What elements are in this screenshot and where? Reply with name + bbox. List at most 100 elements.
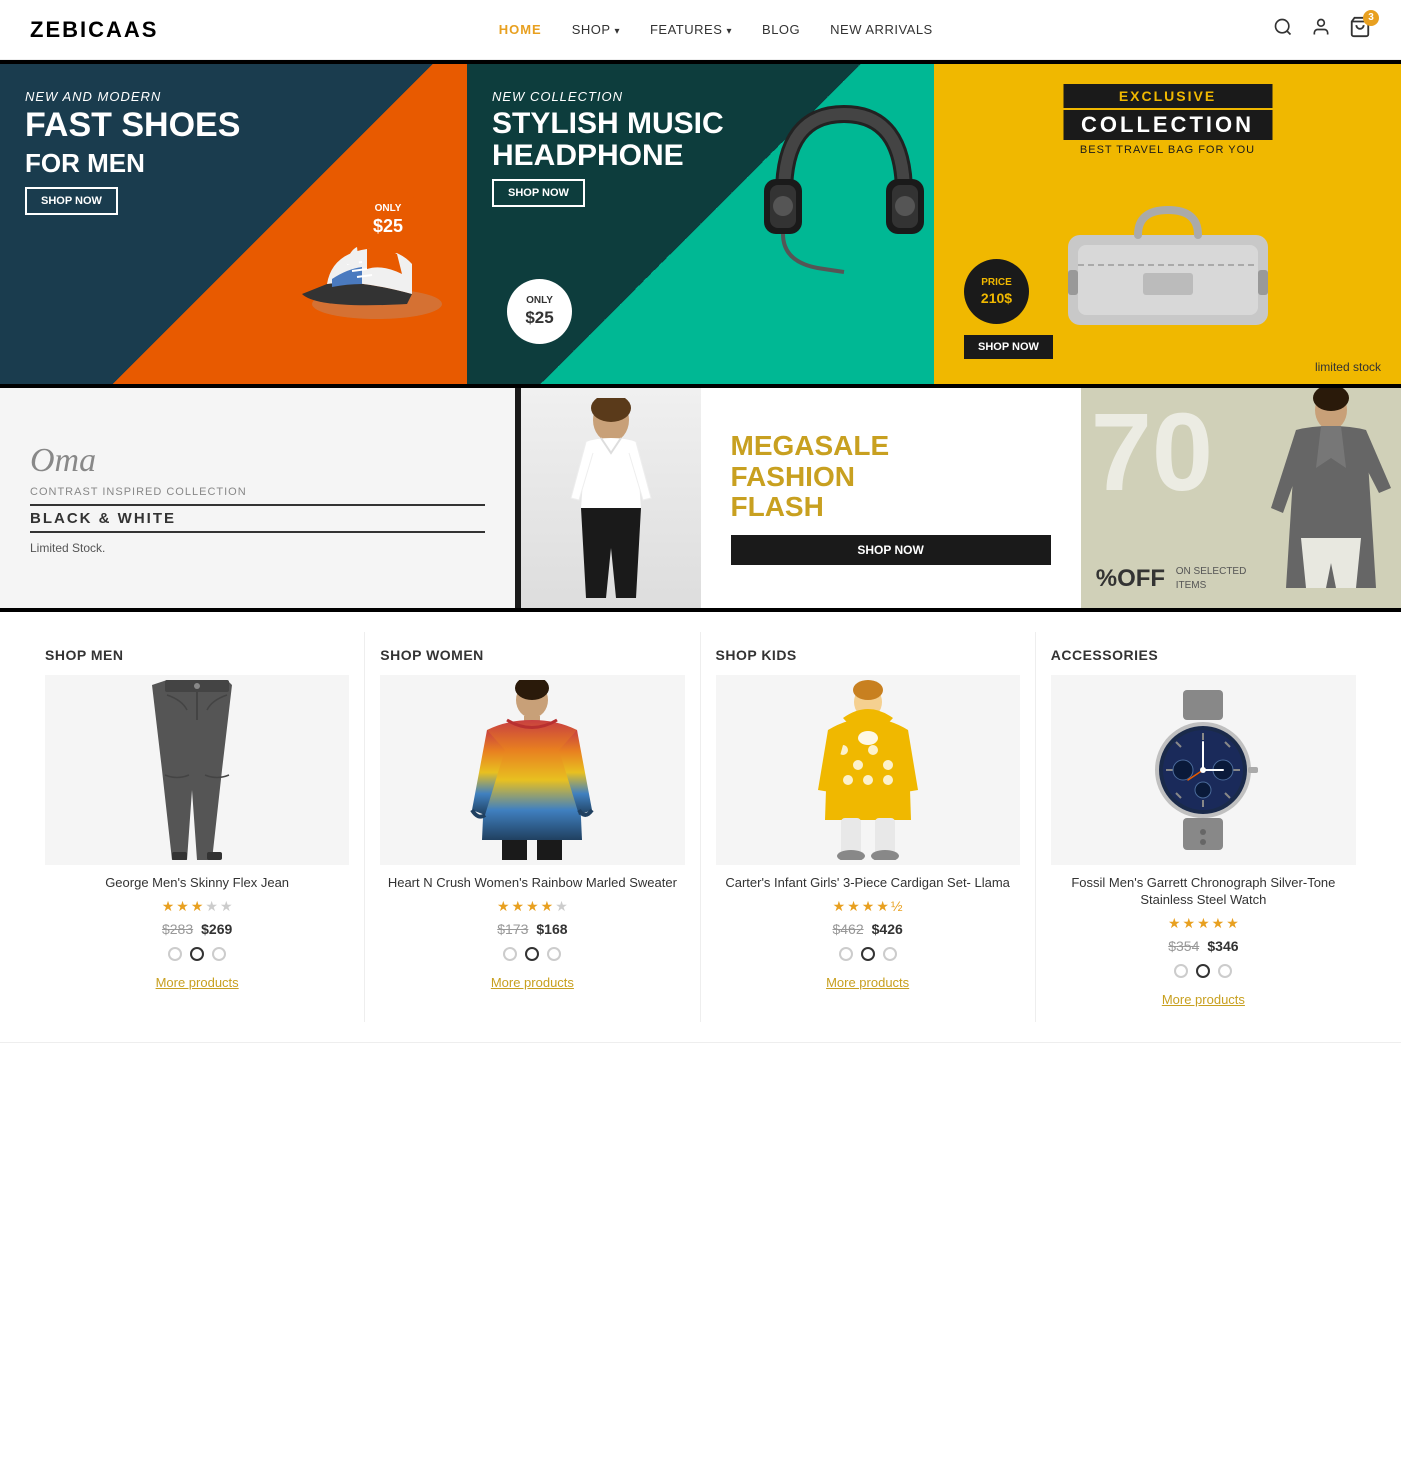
nav-blog[interactable]: BLOG: [762, 22, 800, 37]
women-price-old: $173: [497, 921, 528, 937]
banner-shoes: New and Modern FAST SHOESFOR MEN SHOP NO…: [0, 64, 467, 384]
banner-bag-exclusive: EXCLUSIVE COLLECTION BEST TRAVEL BAG FOR…: [1063, 84, 1272, 156]
banner-bw-tagline: Contrast inspired collection: [30, 486, 485, 498]
price-badge-bag: PRICE 210$: [964, 259, 1029, 324]
shop-kids-title: SHOP KIDS: [716, 647, 1020, 663]
user-icon: [1311, 17, 1331, 37]
nav-new-arrivals[interactable]: NEW ARRIVALS: [830, 22, 933, 37]
banner-headphone-btn[interactable]: SHOP NOW: [492, 179, 585, 207]
logo[interactable]: ZEBICAAS: [30, 17, 158, 43]
megasale-70: 70: [1091, 398, 1213, 508]
accessories-product-image: [1051, 675, 1356, 865]
banner-bw-limited: Limited Stock.: [30, 541, 485, 555]
jeans-image: [137, 680, 257, 860]
men-product-name: George Men's Skinny Flex Jean: [45, 875, 349, 892]
megasale-off: %OFF: [1096, 565, 1165, 593]
banner-bw-title: BLACK & WHITE: [30, 504, 485, 533]
acc-color-dot-1[interactable]: [1174, 964, 1188, 978]
banner-shoes-subtitle: New and Modern: [25, 89, 240, 104]
shop-sections: SHOP MEN George Men: [0, 612, 1401, 1043]
cart-button[interactable]: 3: [1349, 16, 1371, 44]
men-price-new: $269: [201, 921, 232, 937]
men-prices: $283 $269: [45, 921, 349, 937]
men-color-dots: [45, 947, 349, 961]
header: ZEBICAAS HOME SHOP ▾ FEATURES ▾ BLOG NEW…: [0, 0, 1401, 60]
banner-shoes-title: FAST SHOESFOR MEN: [25, 108, 240, 179]
women-color-dot-3[interactable]: [547, 947, 561, 961]
banner-megasale: MEGASALEFASHIONFLASH SHOP NOW: [701, 388, 1401, 608]
banner-bag-limited: limited stock: [1315, 360, 1381, 374]
accessories-product-name: Fossil Men's Garrett Chronograph Silver-…: [1051, 875, 1356, 909]
shop-men-card: SHOP MEN George Men: [30, 632, 365, 1022]
nav-home[interactable]: HOME: [499, 22, 542, 37]
search-icon: [1273, 17, 1293, 37]
sweater-image: [467, 680, 597, 860]
acc-color-dot-2[interactable]: [1196, 964, 1210, 978]
kids-more-products[interactable]: More products: [716, 975, 1020, 990]
megasale-title: MEGASALEFASHIONFLASH: [731, 431, 1051, 523]
shop-women-title: SHOP WOMEN: [380, 647, 684, 663]
banner-bag-btn[interactable]: SHOP NOW: [964, 335, 1053, 359]
accessories-more-products[interactable]: More products: [1051, 992, 1356, 1007]
header-icons: 3: [1273, 16, 1371, 44]
women-price-new: $168: [536, 921, 567, 937]
kids-price-new: $426: [872, 921, 903, 937]
model-bw: [521, 388, 701, 608]
banner-bw-cursive: Oma: [30, 442, 485, 480]
kids-product-image: [716, 675, 1020, 865]
color-dot-3[interactable]: [212, 947, 226, 961]
men-stars: ★ ★ ★ ★ ★: [45, 898, 349, 915]
cardigan-image: [803, 680, 933, 860]
price-badge-headphone: ONLY $25: [507, 279, 572, 344]
accessories-color-dots: [1051, 964, 1356, 978]
banner-shoes-btn[interactable]: SHOP NOW: [25, 187, 118, 215]
main-nav: HOME SHOP ▾ FEATURES ▾ BLOG NEW ARRIVALS: [499, 22, 933, 37]
accessories-price-new: $346: [1207, 938, 1238, 954]
accessories-stars: ★ ★ ★ ★ ★: [1051, 915, 1356, 932]
user-button[interactable]: [1311, 17, 1331, 43]
cart-badge: 3: [1363, 10, 1379, 26]
model-fashion: [1261, 388, 1401, 608]
shop-men-title: SHOP MEN: [45, 647, 349, 663]
women-color-dots: [380, 947, 684, 961]
color-dot-2[interactable]: [190, 947, 204, 961]
men-price-old: $283: [162, 921, 193, 937]
accessories-prices: $354 $346: [1051, 938, 1356, 954]
women-more-products[interactable]: More products: [380, 975, 684, 990]
banner-bw: Oma Contrast inspired collection BLACK &…: [0, 388, 701, 608]
megasale-btn[interactable]: SHOP NOW: [731, 535, 1051, 565]
women-product-name: Heart N Crush Women's Rainbow Marled Swe…: [380, 875, 684, 892]
kids-stars: ★ ★ ★ ★ ½: [716, 898, 1020, 915]
kids-prices: $462 $426: [716, 921, 1020, 937]
accessories-price-old: $354: [1168, 938, 1199, 954]
nav-shop[interactable]: SHOP ▾: [572, 22, 620, 37]
banner-headphone-title: STYLISH MUSICHEADPHONE: [492, 108, 724, 171]
shop-accessories-card: ACCESSORIES: [1036, 632, 1371, 1022]
women-stars: ★ ★ ★ ★ ★: [380, 898, 684, 915]
banner-headphone-subtitle: New Collection: [492, 89, 724, 104]
kids-color-dot-3[interactable]: [883, 947, 897, 961]
banner-bag: EXCLUSIVE COLLECTION BEST TRAVEL BAG FOR…: [934, 64, 1401, 384]
banner-headphone: New Collection STYLISH MUSICHEADPHONE SH…: [467, 64, 934, 384]
nav-features[interactable]: FEATURES ▾: [650, 22, 732, 37]
men-more-products[interactable]: More products: [45, 975, 349, 990]
price-badge-shoes: ONLY $25: [354, 186, 422, 254]
women-product-image: [380, 675, 684, 865]
women-color-dot-2[interactable]: [525, 947, 539, 961]
women-color-dot-1[interactable]: [503, 947, 517, 961]
banners-top: New and Modern FAST SHOESFOR MEN SHOP NO…: [0, 60, 1401, 388]
shop-kids-card: SHOP KIDS: [701, 632, 1036, 1022]
banners-mid: Oma Contrast inspired collection BLACK &…: [0, 388, 1401, 612]
megasale-selected: ON SELECTEDITEMS: [1176, 565, 1247, 593]
men-product-image: [45, 675, 349, 865]
kids-price-old: $462: [832, 921, 863, 937]
acc-color-dot-3[interactable]: [1218, 964, 1232, 978]
kids-product-name: Carter's Infant Girls' 3-Piece Cardigan …: [716, 875, 1020, 892]
kids-color-dot-2[interactable]: [861, 947, 875, 961]
kids-color-dots: [716, 947, 1020, 961]
search-button[interactable]: [1273, 17, 1293, 43]
color-dot-1[interactable]: [168, 947, 182, 961]
women-prices: $173 $168: [380, 921, 684, 937]
bag-image: [1058, 195, 1278, 335]
kids-color-dot-1[interactable]: [839, 947, 853, 961]
